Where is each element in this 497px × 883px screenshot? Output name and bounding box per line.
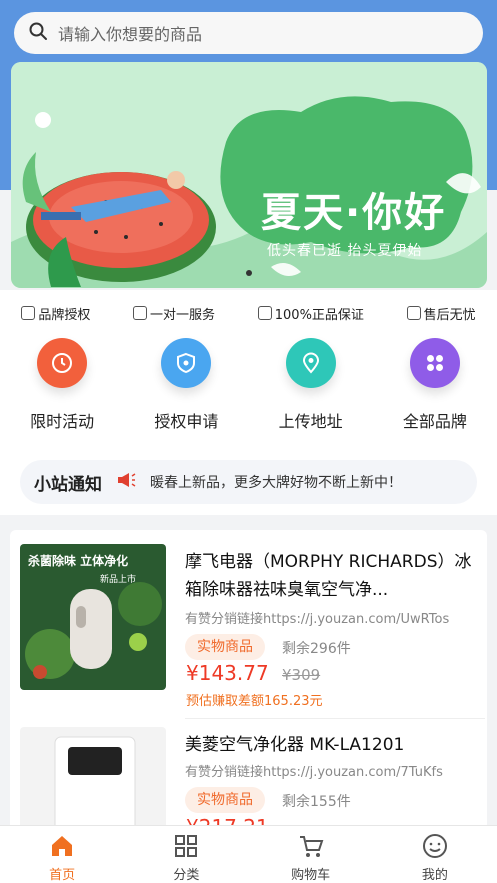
product-original-price: ¥309 [282, 666, 321, 684]
heart-icon [133, 306, 148, 320]
bottom-tab-bar: 首页 分类 购物车 我的 [0, 825, 497, 883]
certificate-icon [257, 306, 272, 320]
tab-cart[interactable]: 购物车 [271, 826, 351, 883]
quick-link-label: 授权申请 [154, 412, 219, 431]
clock-icon [37, 338, 88, 388]
quick-link-upload-address[interactable]: 上传地址 [256, 338, 366, 432]
search-input[interactable]: 请输入你想要的商品 [58, 21, 202, 45]
quick-link-label: 限时活动 [30, 412, 95, 431]
home-icon [52, 836, 73, 856]
image-caption: 杀菌除味 立体净化 [28, 554, 129, 568]
banner-title: 夏天·你好 [261, 190, 447, 236]
quick-link-label: 全部品牌 [402, 412, 467, 431]
quick-link-all-brands[interactable]: 全部品牌 [380, 338, 490, 432]
product-list: 杀菌除味 立体净化 新品上市 摩飞电器（MORPHY RICHARDS）冰箱除味… [10, 530, 487, 830]
product-card[interactable]: 美菱空气净化器 MK-LA1201 有赞分销链接https://j.youzan… [10, 713, 487, 830]
shield-icon [161, 338, 212, 388]
tab-label: 购物车 [291, 868, 331, 883]
guarantee-item: 品牌授权 [21, 304, 90, 323]
product-photo [20, 727, 166, 830]
product-earnings: 预估赚取差额165.23元 [186, 694, 323, 709]
guarantee-item: 售后无忧 [406, 304, 476, 323]
quick-links: 限时活动 授权申请 上传地址 全部品牌 [0, 338, 497, 432]
notice-title: 小站通知 [34, 474, 102, 495]
tab-home[interactable]: 首页 [22, 826, 102, 883]
tab-label: 分类 [173, 868, 200, 883]
carousel-indicator[interactable] [246, 270, 252, 276]
product-stock: 剩余155件 [282, 794, 351, 810]
product-link[interactable]: 有赞分销链接https://j.youzan.com/7TuKfs [185, 761, 477, 780]
product-name[interactable]: 摩飞电器（MORPHY RICHARDS）冰箱除味器祛味臭氧空气净... [185, 548, 475, 604]
product-card[interactable]: 杀菌除味 立体净化 新品上市 摩飞电器（MORPHY RICHARDS）冰箱除味… [10, 530, 487, 719]
search-icon [28, 21, 48, 45]
cart-icon [299, 836, 324, 857]
product-stock: 剩余296件 [282, 641, 351, 657]
guarantee-row: 品牌授权 一对一服务 100%正品保证 售后无忧 [0, 300, 497, 326]
tab-label: 首页 [49, 868, 76, 883]
search-bar[interactable]: 请输入你想要的商品 [14, 12, 483, 54]
guarantee-item: 一对一服务 [133, 304, 215, 323]
promo-banner[interactable]: 夏天·你好 低头春已逝 抬头夏伊始 [11, 62, 487, 288]
product-image[interactable] [20, 727, 166, 830]
tab-category[interactable]: 分类 [146, 826, 226, 883]
profile-icon [422, 834, 447, 858]
tab-profile[interactable]: 我的 [395, 826, 475, 883]
banner-subtitle: 低头春已逝 抬头夏伊始 [267, 243, 423, 259]
shield-check-icon [21, 306, 36, 320]
product-price: ¥143.77 [186, 661, 269, 685]
megaphone-icon [116, 471, 136, 493]
location-icon [285, 338, 336, 388]
badge-icon [406, 306, 421, 320]
quick-link-label: 上传地址 [278, 412, 343, 431]
quick-link-limited-time[interactable]: 限时活动 [7, 338, 117, 432]
grid-icon [409, 338, 460, 388]
product-name[interactable]: 美菱空气净化器 MK-LA1201 [185, 731, 475, 759]
tab-label: 我的 [421, 868, 448, 883]
notice-message: 暖春上新品，更多大牌好物不断上新中！ [150, 475, 402, 491]
quick-link-authorization[interactable]: 授权申请 [131, 338, 241, 432]
category-icon [175, 835, 198, 857]
product-link[interactable]: 有赞分销链接https://j.youzan.com/UwRTos [185, 608, 477, 627]
site-notice[interactable]: 小站通知 暖春上新品，更多大牌好物不断上新中！ [20, 460, 477, 504]
guarantee-item: 100%正品保证 [257, 304, 364, 323]
product-image[interactable]: 杀菌除味 立体净化 新品上市 [20, 544, 166, 690]
product-type-badge: 实物商品 [185, 787, 265, 813]
image-subcaption: 新品上市 [100, 575, 137, 585]
product-type-badge: 实物商品 [185, 634, 265, 660]
